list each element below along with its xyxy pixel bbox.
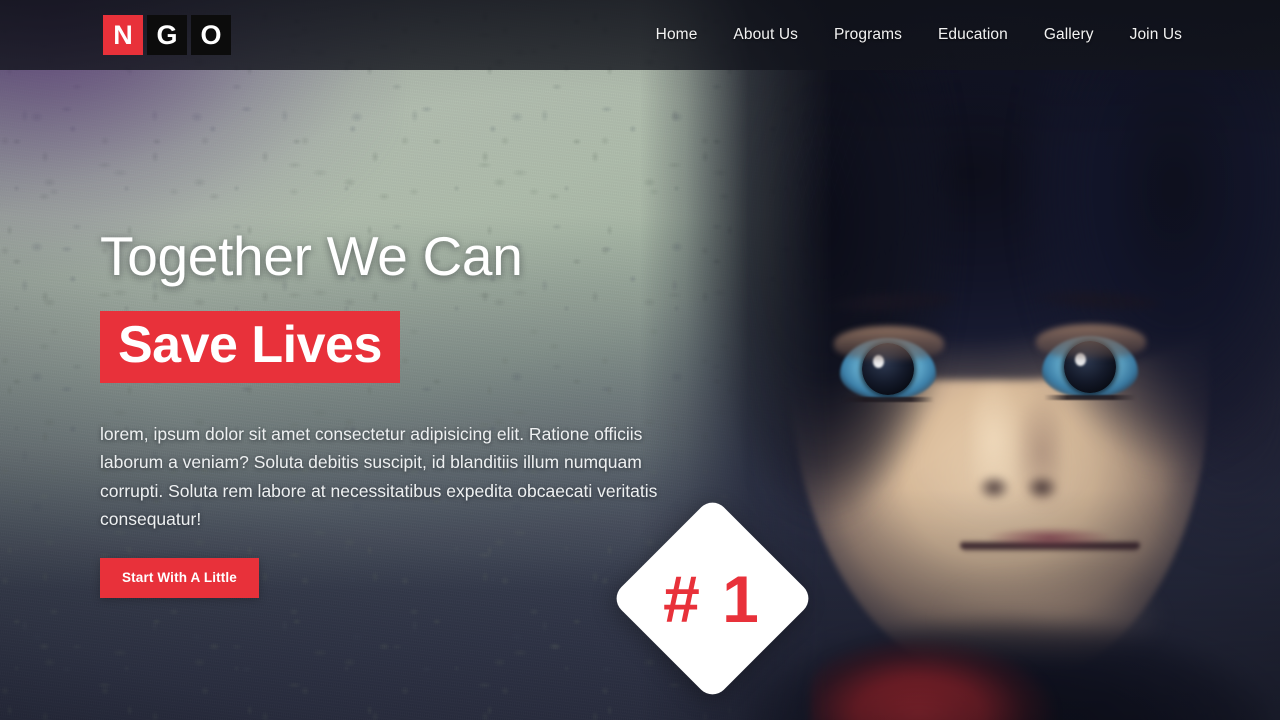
hero-highlight-text: Save Lives [118,316,382,374]
hero-paragraph: lorem, ipsum dolor sit amet consectetur … [100,424,658,530]
main-navigation: Home About Us Programs Education Gallery… [638,0,1200,70]
nav-item-education[interactable]: Education [920,26,1026,44]
hero-highlight-block: Save Lives [100,311,400,383]
nav-item-programs[interactable]: Programs [816,26,920,44]
logo-letter-n: N [103,15,143,55]
logo-letter-g: G [147,15,187,55]
hero-page: N G O Home About Us Programs Education G… [0,0,1280,720]
nav-item-about-us[interactable]: About Us [715,26,816,44]
nav-item-home[interactable]: Home [638,26,716,44]
rank-badge-label: # 1 [663,561,761,636]
start-with-a-little-button[interactable]: Start With A Little [100,558,259,598]
nav-item-join-us[interactable]: Join Us [1112,26,1200,44]
logo-letter-o: O [191,15,231,55]
ngo-logo[interactable]: N G O [103,15,231,55]
hero-headline: Together We Can [100,225,523,287]
nav-item-gallery[interactable]: Gallery [1026,26,1112,44]
site-header: N G O Home About Us Programs Education G… [0,0,1280,70]
